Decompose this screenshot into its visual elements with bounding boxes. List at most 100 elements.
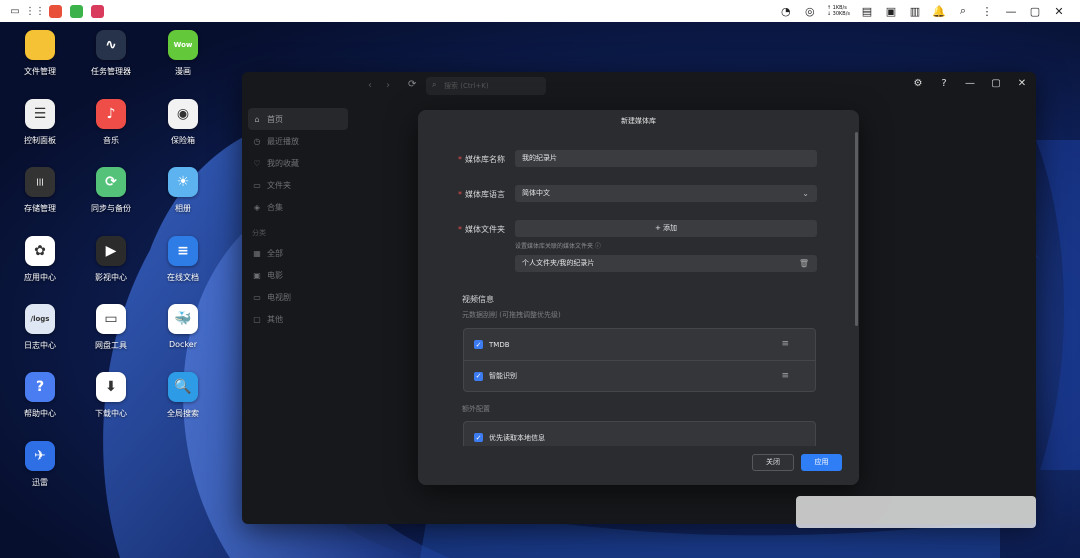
sidebar-item[interactable]: ♡ 我的收藏 bbox=[248, 152, 348, 174]
sidebar-item[interactable]: ▣ 电影 bbox=[248, 264, 348, 286]
window-titlebar: ‹ › ⟳ ⌕ 搜索 (Ctrl+K) ⚙ ? — ▢ ✕ bbox=[242, 72, 1036, 100]
back-icon[interactable]: ‹ bbox=[368, 80, 372, 91]
desktop-app-app-center[interactable]: ✿ 应用中心 bbox=[6, 236, 74, 283]
desktop-app-label: 日志中心 bbox=[24, 341, 56, 350]
desktop-app-label: 音乐 bbox=[103, 136, 119, 145]
clipboard-icon[interactable]: ▥ bbox=[908, 5, 922, 18]
desktop-app-comic[interactable]: Wow 漫画 bbox=[149, 30, 217, 77]
desktop-app-thunder[interactable]: ✈ 迅雷 bbox=[6, 441, 74, 488]
maximize-icon[interactable]: ▢ bbox=[1028, 5, 1042, 18]
checkbox[interactable]: ✓ bbox=[474, 340, 483, 349]
search-input[interactable]: ⌕ 搜索 (Ctrl+K) bbox=[426, 77, 546, 95]
scraper-row[interactable]: ✓ TMDB ≡ bbox=[464, 329, 815, 360]
sync-icon: ⟳ bbox=[96, 167, 126, 197]
film-icon: ▣ bbox=[253, 270, 261, 280]
minimize-icon[interactable]: — bbox=[964, 78, 976, 89]
forward-icon[interactable]: › bbox=[386, 80, 390, 91]
desktop-app-download[interactable]: ⬇ 下载中心 bbox=[77, 372, 145, 419]
sidebar-item-label: 其他 bbox=[267, 314, 283, 324]
metadata-title: 元数据刮削 (可拖拽调整优先级) bbox=[462, 311, 561, 319]
sidebar-item[interactable]: ▭ 文件夹 bbox=[248, 174, 348, 196]
video-taskbar-icon[interactable] bbox=[91, 4, 104, 18]
sidebar-item[interactable]: ⌂ 首页 bbox=[248, 108, 348, 130]
desktop-app-task-manager[interactable]: ∿ 任务管理器 bbox=[77, 30, 145, 77]
home-icon: ⌂ bbox=[254, 114, 260, 124]
dialog-scrollbar[interactable] bbox=[855, 132, 858, 326]
desktop-app-storage[interactable]: ||| 存储管理 bbox=[6, 167, 74, 214]
desktop-app-help[interactable]: ? 帮助中心 bbox=[6, 372, 74, 419]
desktop-app-folder[interactable]: 文件管理 bbox=[6, 30, 74, 77]
drag-handle-icon[interactable]: ≡ bbox=[781, 339, 789, 349]
scraper-row[interactable]: ✓ 智能识别 ≡ bbox=[464, 360, 815, 391]
sidebar-item[interactable]: ▢ 其他 bbox=[248, 308, 348, 330]
checkbox[interactable]: ✓ bbox=[474, 433, 483, 442]
desktop-app-online-docs[interactable]: ≡ 在线文档 bbox=[149, 236, 217, 283]
app-center-taskbar-icon[interactable] bbox=[49, 4, 62, 18]
desktop-app-music[interactable]: ♪ 音乐 bbox=[77, 99, 145, 146]
search-placeholder: 搜索 (Ctrl+K) bbox=[444, 82, 489, 90]
tv-icon: ▭ bbox=[253, 292, 261, 302]
notification-widget[interactable] bbox=[796, 496, 1036, 528]
desktop-app-global-search[interactable]: 🔍 全局搜索 bbox=[149, 372, 217, 419]
desktop-app-label: 全局搜索 bbox=[167, 409, 199, 418]
desktop-app-label: 任务管理器 bbox=[91, 67, 131, 76]
more-icon[interactable]: ⋮ bbox=[980, 5, 994, 18]
desktop-app-sync[interactable]: ⟳ 同步与备份 bbox=[77, 167, 145, 214]
download-icon: ⬇ bbox=[96, 372, 126, 402]
desktop-app-label: 影视中心 bbox=[95, 273, 127, 282]
bell-icon[interactable]: 🔔 bbox=[932, 5, 946, 18]
language-select[interactable]: 简体中文 ⌄ bbox=[515, 185, 817, 202]
library-name-input[interactable]: 我的纪录片 bbox=[515, 150, 817, 167]
option-label: TMDB bbox=[489, 340, 510, 349]
folder-path-item: 个人文件夹/我的纪录片 🗑 bbox=[515, 255, 817, 272]
desktop-app-control-panel[interactable]: ☰ 控制面板 bbox=[6, 99, 74, 146]
help-icon[interactable]: ? bbox=[938, 78, 950, 89]
download-taskbar-icon[interactable] bbox=[70, 4, 83, 18]
cloud-drive-icon: ▭ bbox=[96, 304, 126, 334]
maximize-icon[interactable]: ▢ bbox=[990, 78, 1002, 89]
sidebar-item[interactable]: ◷ 最近播放 bbox=[248, 130, 348, 152]
close-icon[interactable]: ✕ bbox=[1016, 78, 1028, 89]
desktop-app-safe[interactable]: ◉ 保险箱 bbox=[149, 99, 217, 146]
refresh-icon[interactable]: ⟳ bbox=[408, 79, 416, 90]
name-label: * 媒体库名称 bbox=[458, 155, 505, 164]
apply-button[interactable]: 应用 bbox=[801, 454, 842, 471]
app-grid-icon[interactable]: ⋮⋮ bbox=[25, 5, 45, 17]
category-group-title: 分类 bbox=[252, 229, 266, 237]
gauge-icon[interactable]: ◔ bbox=[779, 5, 793, 18]
sidebar-item[interactable]: ▦ 全部 bbox=[248, 242, 348, 264]
desktop-app-video-center[interactable]: ▶ 影视中心 bbox=[77, 236, 145, 283]
drag-handle-icon[interactable]: ≡ bbox=[781, 371, 789, 381]
widgets-icon[interactable]: ▤ bbox=[860, 5, 874, 18]
desktop-app-docker[interactable]: 🐳 Docker bbox=[149, 304, 217, 349]
other-icon: ▢ bbox=[253, 314, 261, 324]
sidebar-item-label: 最近播放 bbox=[267, 136, 299, 146]
network-icon[interactable]: ◎ bbox=[803, 5, 817, 18]
sidebar-item[interactable]: ▭ 电视剧 bbox=[248, 286, 348, 308]
close-icon[interactable]: ✕ bbox=[1052, 5, 1066, 18]
desktop-icon[interactable]: ▭ bbox=[9, 5, 21, 17]
desktop-app-photos[interactable]: ☀ 相册 bbox=[149, 167, 217, 214]
lang-row: * 媒体库语言 bbox=[458, 189, 516, 200]
add-folder-button[interactable]: + 添加 bbox=[515, 220, 817, 237]
sidebar: ⌂ 首页 ◷ 最近播放 ♡ 我的收藏 ▭ 文件夹 ◈ 合集 分类 ▦ 全部 ▣ 电影 ▭ 电视剧 ▢ 其他 bbox=[248, 108, 348, 330]
global-search-icon: 🔍 bbox=[168, 372, 198, 402]
minimize-icon[interactable]: — bbox=[1004, 5, 1018, 18]
desktop-app-label: 漫画 bbox=[175, 67, 191, 76]
checkbox[interactable]: ✓ bbox=[474, 371, 483, 381]
folder-row: * 媒体文件夹 bbox=[458, 224, 516, 235]
folder-outline-icon: ▭ bbox=[253, 180, 261, 190]
sidebar-item[interactable]: ◈ 合集 bbox=[248, 196, 348, 218]
dialog-title: 新建媒体库 bbox=[621, 117, 656, 125]
notes-icon[interactable]: ▣ bbox=[884, 5, 898, 18]
video-info-title: 视频信息 bbox=[462, 295, 494, 304]
new-library-dialog: 新建媒体库 * 媒体库名称 我的纪录片 * 媒体库语言 简体中文 ⌄ * 媒体文件夹 … bbox=[418, 110, 859, 485]
docker-icon: 🐳 bbox=[168, 304, 198, 334]
close-button[interactable]: 关闭 bbox=[752, 454, 794, 471]
trash-icon[interactable]: 🗑 bbox=[799, 255, 809, 272]
settings-icon[interactable]: ⚙ bbox=[912, 78, 924, 89]
search-icon[interactable]: ⌕ bbox=[956, 4, 970, 18]
desktop-app-cloud-drive[interactable]: ▭ 网盘工具 bbox=[77, 304, 145, 351]
desktop-app-logs[interactable]: /logs 日志中心 bbox=[6, 304, 74, 351]
desktop-app-label: 控制面板 bbox=[24, 136, 56, 145]
